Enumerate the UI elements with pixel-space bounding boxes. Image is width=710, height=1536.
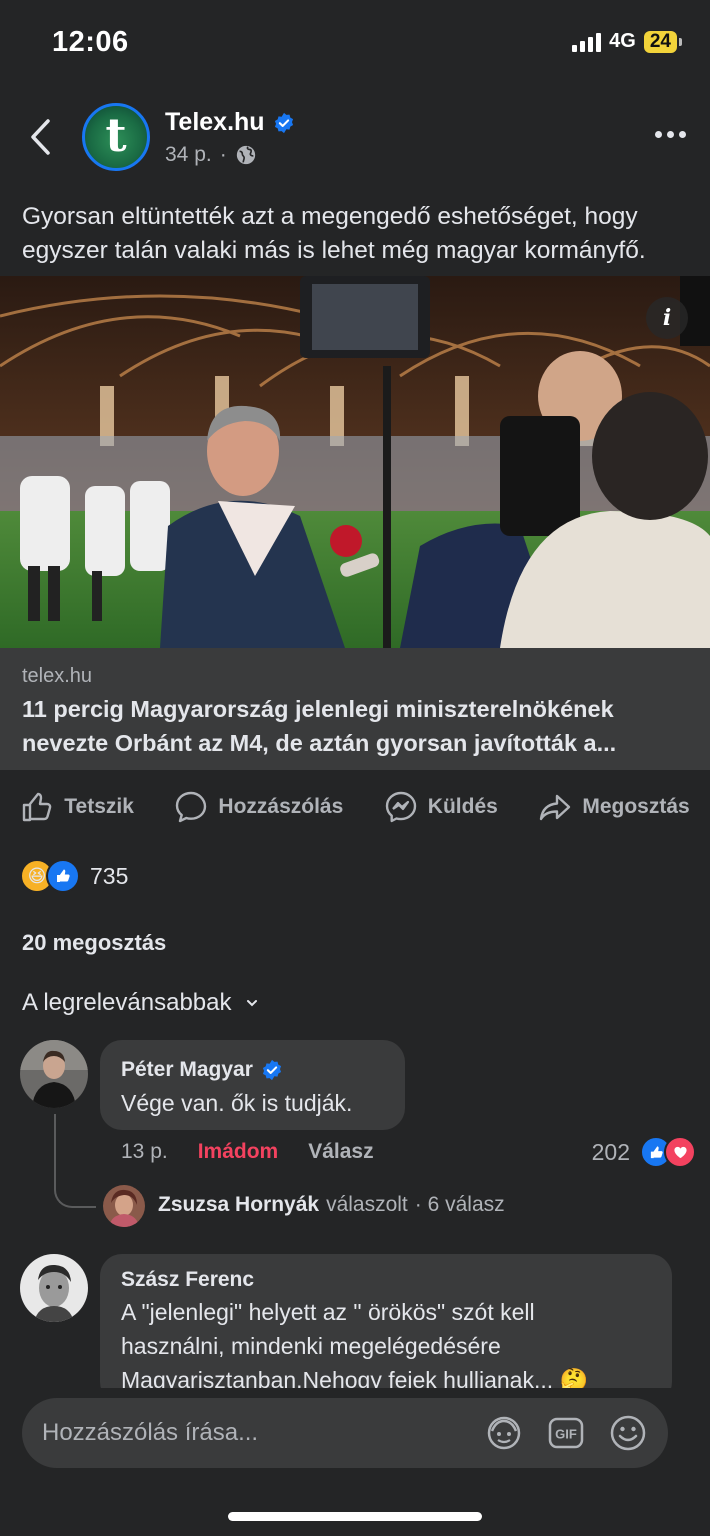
comment-text: A "jelenlegi" helyett az " örökös" szót … [121,1295,661,1397]
link-domain: telex.hu [22,665,93,687]
thumbs-up-icon [23,792,52,822]
heart-reaction-icon [664,1136,696,1168]
more-options-icon[interactable] [655,131,686,138]
sort-label: A legrelevánsabbak [22,989,232,1016]
messenger-icon [385,791,416,823]
home-indicator [228,1512,482,1521]
verified-badge-icon [262,1059,281,1081]
like-reaction-icon [46,859,80,893]
comment-reaction-summary[interactable]: 202 [592,1136,696,1168]
comment-line: A "jelenlegi" helyett az " örökös" szót … [121,1299,535,1325]
commenter-avatar[interactable] [20,1040,88,1108]
post-meta: 34 p. · [165,143,257,167]
commenter-name[interactable]: Szász Ferenc [121,1268,254,1292]
gif-icon[interactable]: GIF [546,1413,586,1453]
comment-reaction-count: 202 [591,1138,630,1165]
battery-level: 24 [643,30,677,53]
comment-text: Vége van. ők is tudják. [121,1090,353,1116]
reply-avatar[interactable] [103,1185,145,1227]
share-label: Megosztás [582,795,690,818]
page-name[interactable]: Telex.hu [165,108,265,137]
meta-separator: · [219,143,227,166]
comment-meta: 13 p. Imádom Válasz [121,1140,374,1164]
info-icon[interactable]: i [646,297,688,339]
post-actions: Tetszik Hozzászólás Küldés Megosztás [0,784,710,830]
share-arrow-icon [540,794,571,821]
post-image[interactable] [0,276,710,648]
share-button[interactable]: Megosztás [538,790,690,824]
reaction-summary[interactable]: 😆 735 [20,859,128,893]
reply-action: válaszolt [326,1193,408,1216]
globe-icon [236,145,255,165]
send-button[interactable]: Küldés [384,790,498,824]
reply-preview[interactable]: Zsuzsa Hornyák válaszolt · 6 válasz [158,1193,505,1217]
reply-count: · 6 válasz [414,1193,505,1216]
composer-icons: GIF [484,1413,648,1453]
comment-time: 13 p. [121,1140,168,1163]
commenter-avatar[interactable] [20,1254,88,1322]
reply-thread-line [54,1114,96,1208]
verified-badge-icon [274,112,293,133]
send-label: Küldés [427,795,498,818]
like-label: Tetszik [64,795,134,818]
like-button[interactable]: Tetszik [20,790,134,824]
network-label: 4G [609,30,636,52]
avatar-letter: t [105,108,127,162]
comment-bubble-icon [176,791,207,823]
comment-sort-dropdown[interactable]: A legrelevánsabbak [22,989,259,1017]
commenter-name[interactable]: Péter Magyar [121,1058,253,1082]
back-arrow-icon[interactable] [28,118,54,156]
reaction-count: 735 [90,862,129,889]
post-time: 34 p. [165,143,212,166]
chevron-down-icon [247,1000,258,1007]
signal-icon [572,32,602,52]
comment-label: Hozzászólás [218,795,344,818]
post-image-illustration [0,276,710,648]
comment-line: használni, mindenki megelégedésére [121,1333,501,1359]
love-reaction-button[interactable]: Imádom [198,1140,279,1164]
svg-text:GIF: GIF [555,1427,577,1442]
status-indicators: 4G 24 [572,30,682,53]
commenter-name-row[interactable]: Péter Magyar [121,1058,283,1082]
status-time: 12:06 [52,26,129,58]
link-title[interactable]: 11 percig Magyarország jelenlegi miniszt… [22,692,692,760]
share-count[interactable]: 20 megosztás [22,930,166,956]
battery-icon: 24 [643,30,682,53]
reply-button[interactable]: Válasz [308,1140,373,1164]
emoji-icon[interactable] [608,1413,648,1453]
comment-input[interactable]: Hozzászólás írása... GIF [22,1398,668,1468]
comment-input-placeholder[interactable]: Hozzászólás írása... [42,1419,484,1447]
page-avatar[interactable]: t [82,103,150,171]
post-text: Gyorsan eltüntették azt a megengedő eshe… [22,203,646,264]
reply-author[interactable]: Zsuzsa Hornyák [158,1193,319,1217]
avatar-sticker-icon[interactable] [484,1413,524,1453]
page-name-row[interactable]: Telex.hu [165,108,295,137]
comment-button[interactable]: Hozzászólás [174,790,343,824]
